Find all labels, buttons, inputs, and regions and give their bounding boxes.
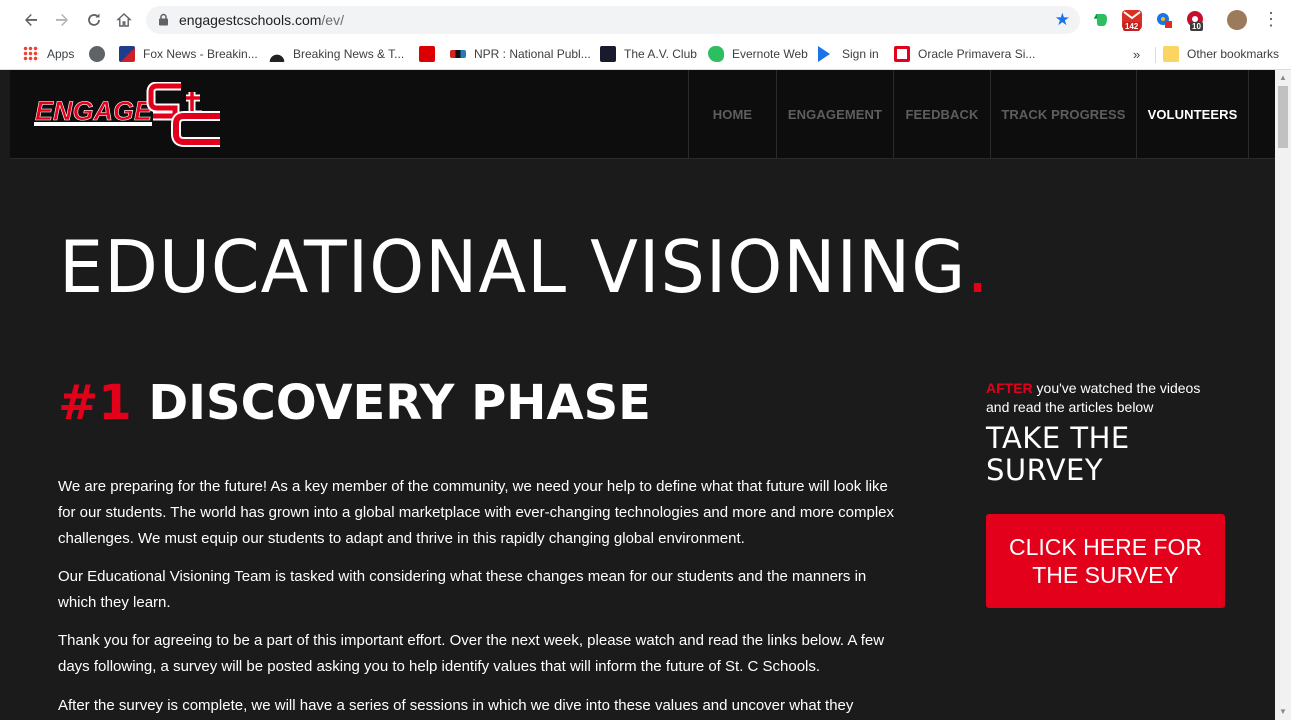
scroll-down-icon[interactable]: ▼ xyxy=(1277,706,1289,718)
back-icon[interactable] xyxy=(20,9,42,31)
fox-news-icon xyxy=(119,46,135,62)
folder-icon xyxy=(1163,46,1179,62)
other-bookmarks[interactable]: Other bookmarks xyxy=(1163,44,1279,64)
browser-chrome: engagestcschools.com/ev/ ★ 142 10 ⋮ Apps xyxy=(0,0,1291,70)
survey-heading: TAKE THE SURVEY xyxy=(986,421,1130,487)
site-header: ENGAGE HOME ENGAGEMENT FEEDBACK TRACK PR… xyxy=(10,70,1275,159)
page-title-text: EDUCATIONAL VISIONING xyxy=(59,225,967,309)
av-club-icon xyxy=(600,46,616,62)
bookmark-fox-news[interactable]: Fox News - Breakin... xyxy=(119,44,258,64)
engage-stc-logo[interactable]: ENGAGE xyxy=(34,82,226,150)
bookmark-sign-in[interactable]: Sign in xyxy=(818,44,879,64)
npr-icon xyxy=(450,50,466,58)
apps-grid-icon xyxy=(23,46,39,62)
lastpass-extension-icon[interactable]: 10 xyxy=(1185,10,1205,31)
lock-icon xyxy=(159,13,168,26)
survey-intro: AFTER you've watched the videos and read… xyxy=(986,379,1226,417)
bookmark-globe[interactable] xyxy=(89,44,113,64)
scroll-up-icon[interactable]: ▲ xyxy=(1277,72,1289,84)
url-text: engagestcschools.com/ev/ xyxy=(179,12,344,28)
scrollbar-thumb[interactable] xyxy=(1278,86,1288,148)
bookmark-star-icon[interactable]: ★ xyxy=(1055,10,1070,30)
bookmark-label: Apps xyxy=(47,47,75,61)
page-title-dot: . xyxy=(966,225,990,309)
nav-home[interactable]: HOME xyxy=(688,70,776,159)
bookmark-label: Oracle Primavera Si... xyxy=(918,47,1036,61)
intro-paragraph: We are preparing for the future! As a ke… xyxy=(58,478,895,547)
nav-engagement[interactable]: ENGAGEMENT xyxy=(776,70,893,159)
page-title: EDUCATIONAL VISIONING. xyxy=(59,225,990,309)
reload-icon[interactable] xyxy=(83,9,105,31)
nbc-peacock-icon xyxy=(269,46,285,62)
bookmark-label: The A.V. Club xyxy=(624,47,697,61)
lastpass-badge: 10 xyxy=(1190,22,1203,31)
bookmark-label: Sign in xyxy=(842,47,879,61)
web-page: ENGAGE HOME ENGAGEMENT FEEDBACK TRACK PR… xyxy=(10,70,1275,720)
url-host: engagestcschools.com xyxy=(179,12,322,28)
bookmark-label: Breaking News & T... xyxy=(293,47,405,61)
bookmarks-bar: Apps Fox News - Breakin... Breaking News… xyxy=(0,39,1291,70)
toolbar: engagestcschools.com/ev/ ★ 142 10 ⋮ xyxy=(0,0,1291,39)
evernote-icon xyxy=(708,46,724,62)
nav-feedback[interactable]: FEEDBACK xyxy=(893,70,990,159)
puzzle-extension-icon[interactable] xyxy=(1154,10,1174,30)
thanks-paragraph: Thank you for agreeing to be a part of t… xyxy=(58,632,885,675)
forward-icon[interactable] xyxy=(51,9,73,31)
nav-divider xyxy=(1248,70,1249,159)
url-path: /ev/ xyxy=(321,12,344,28)
bookmarks-divider xyxy=(1155,47,1156,63)
phase-heading: #1 DISCOVERY PHASE xyxy=(58,375,651,431)
bookmark-nbc[interactable]: Breaking News & T... xyxy=(269,44,404,64)
bookmark-npr[interactable]: NPR : National Publ... xyxy=(450,44,591,64)
bookmark-av-club[interactable]: The A.V. Club xyxy=(600,44,697,64)
bookmarks-overflow-button[interactable]: » xyxy=(1133,44,1140,64)
gmail-badge: 142 xyxy=(1123,22,1141,31)
nav-track-progress[interactable]: TRACK PROGRESS xyxy=(990,70,1136,159)
oracle-icon xyxy=(894,46,910,62)
globe-icon xyxy=(89,46,105,62)
espn-icon xyxy=(419,46,435,62)
nav-volunteers[interactable]: VOLUNTEERS xyxy=(1136,70,1248,159)
bookmark-label: Evernote Web xyxy=(732,47,808,61)
bookmark-evernote[interactable]: Evernote Web xyxy=(708,44,808,64)
phase-number: #1 xyxy=(58,375,132,431)
overflow-label: » xyxy=(1133,46,1141,62)
browser-menu-icon[interactable]: ⋮ xyxy=(1262,10,1280,30)
other-bookmarks-label: Other bookmarks xyxy=(1187,47,1280,61)
survey-button[interactable]: CLICK HERE FOR THE SURVEY xyxy=(986,514,1225,608)
bookmark-espn[interactable] xyxy=(419,44,443,64)
team-paragraph: Our Educational Visioning Team is tasked… xyxy=(58,568,867,611)
play-icon xyxy=(818,46,830,62)
bookmark-oracle[interactable]: Oracle Primavera Si... xyxy=(894,44,1035,64)
address-bar[interactable]: engagestcschools.com/ev/ ★ xyxy=(146,6,1080,34)
page-scrollbar[interactable] xyxy=(1275,70,1291,720)
logo-text: ENGAGE xyxy=(35,96,153,126)
bookmark-apps[interactable]: Apps xyxy=(23,44,74,64)
bookmark-label: Fox News - Breakin... xyxy=(143,47,258,61)
profile-avatar[interactable] xyxy=(1227,10,1247,30)
phase-title-text: DISCOVERY PHASE xyxy=(131,375,651,431)
home-icon[interactable] xyxy=(113,9,135,31)
bookmark-label: NPR : National Publ... xyxy=(474,47,591,61)
survey-intro-highlight: AFTER xyxy=(986,380,1033,396)
sessions-paragraph: After the survey is complete, we will ha… xyxy=(58,697,854,714)
evernote-extension-icon[interactable] xyxy=(1091,10,1111,30)
gmail-extension-icon[interactable]: 142 xyxy=(1122,10,1142,31)
